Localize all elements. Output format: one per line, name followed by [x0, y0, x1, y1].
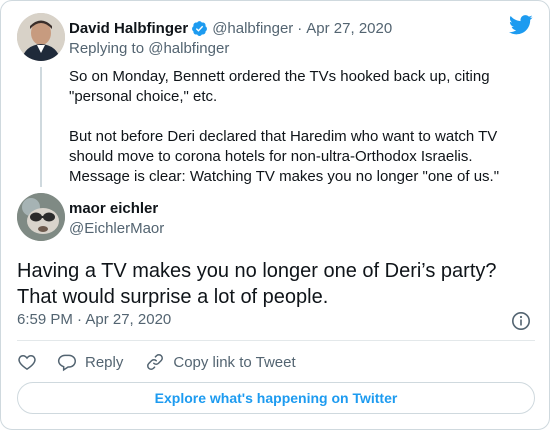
parent-tweet-header: David Halbfinger @halbfinger · Apr 27, 2… — [69, 17, 392, 39]
avatar[interactable] — [17, 13, 65, 61]
avatar[interactable] — [17, 193, 65, 241]
author-name[interactable]: David Halbfinger — [69, 20, 188, 37]
tweet-actions: Reply Copy link to Tweet — [17, 350, 318, 374]
author-name[interactable]: maor eichler — [69, 200, 158, 217]
heart-icon — [18, 354, 36, 370]
separator-dot: · — [297, 19, 303, 37]
divider — [17, 340, 535, 341]
reply-label: Reply — [85, 353, 124, 371]
copy-link-button[interactable]: Copy link to Tweet — [145, 352, 296, 372]
copy-link-label: Copy link to Tweet — [173, 353, 296, 371]
twitter-bird-icon[interactable] — [509, 15, 533, 35]
author-handle[interactable]: @EichlerMaor — [69, 220, 164, 237]
embedded-tweet-card: David Halbfinger @halbfinger · Apr 27, 2… — [0, 0, 550, 430]
reply-button[interactable]: Reply — [57, 352, 123, 372]
info-icon[interactable] — [511, 311, 531, 331]
author-handle[interactable]: @halbfinger — [212, 20, 293, 37]
link-icon — [147, 354, 164, 370]
thread-connector-line — [40, 67, 42, 187]
explore-twitter-button[interactable]: Explore what's happening on Twitter — [17, 382, 535, 414]
verified-badge-icon — [192, 20, 208, 36]
tweet-text: Having a TV makes you no longer one of D… — [17, 260, 497, 308]
reply-bubble-icon — [57, 354, 77, 372]
replying-to-label[interactable]: Replying to @halbfinger — [69, 40, 229, 57]
parent-tweet-text: So on Monday, Bennett ordered the TVs ho… — [69, 68, 500, 185]
tweet-date[interactable]: Apr 27, 2020 — [306, 20, 392, 37]
tweet-timestamp[interactable]: 6:59 PM · Apr 27, 2020 — [17, 311, 171, 328]
like-button[interactable] — [17, 352, 37, 372]
